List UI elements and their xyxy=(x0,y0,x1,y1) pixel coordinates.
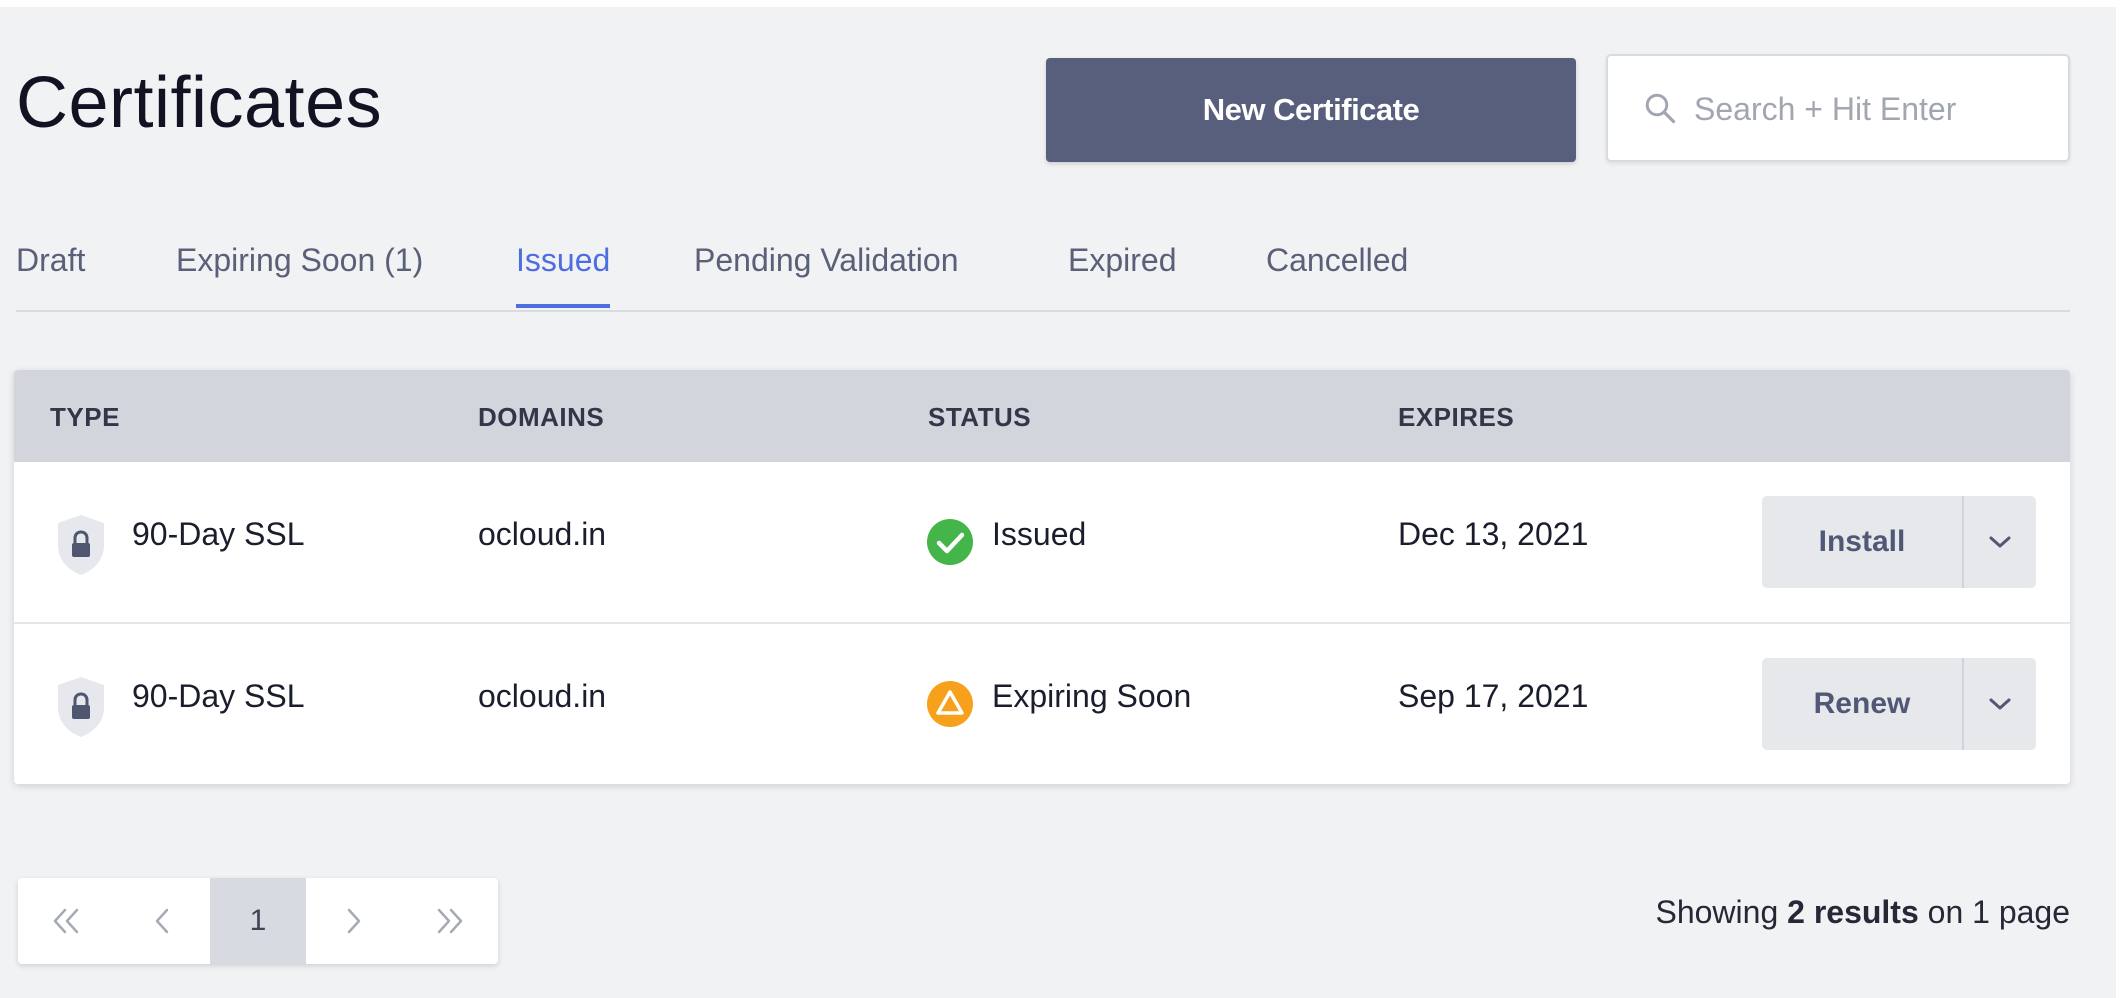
certificate-domain: ocloud.in xyxy=(478,516,607,552)
results-summary-suffix: on 1 page xyxy=(1927,894,2070,930)
warning-triangle-icon xyxy=(927,681,973,727)
renew-split-button: Renew xyxy=(1762,658,2036,750)
page-title: Certificates xyxy=(16,63,383,143)
top-edge xyxy=(0,0,2126,7)
certificate-domain: ocloud.in xyxy=(478,678,607,714)
tab-cancelled[interactable]: Cancelled xyxy=(1266,242,1408,302)
tab-expiring-soon[interactable]: Expiring Soon (1) xyxy=(176,242,423,302)
next-page-button[interactable] xyxy=(306,878,402,964)
tab-draft[interactable]: Draft xyxy=(16,242,85,302)
previous-page-button[interactable] xyxy=(114,878,210,964)
results-summary-prefix: Showing xyxy=(1655,894,1779,930)
install-button[interactable]: Install xyxy=(1762,496,1964,588)
search-box[interactable] xyxy=(1606,54,2070,162)
table-header: TYPE DOMAINS STATUS EXPIRES xyxy=(14,370,2070,462)
certificate-type: 90-Day SSL xyxy=(132,678,305,714)
chevron-down-icon xyxy=(1989,536,2011,548)
new-certificate-button[interactable]: New Certificate xyxy=(1046,58,1576,162)
page-button-1[interactable]: 1 xyxy=(210,878,306,964)
lock-shield-icon xyxy=(58,677,104,737)
table-row: 90-Day SSL ocloud.in Issued Dec 13, 2021… xyxy=(14,462,2070,624)
last-page-button[interactable] xyxy=(402,878,498,964)
double-chevron-left-icon xyxy=(53,908,79,934)
status-label: Expiring Soon xyxy=(992,678,1192,714)
double-chevron-right-icon xyxy=(437,908,463,934)
table-row: 90-Day SSL ocloud.in Expiring Soon Sep 1… xyxy=(14,624,2070,784)
certificates-table: TYPE DOMAINS STATUS EXPIRES 90-Day SSL o… xyxy=(14,370,2070,784)
renew-button[interactable]: Renew xyxy=(1762,658,1964,750)
check-circle-icon xyxy=(927,519,973,565)
chevron-down-icon xyxy=(1989,698,2011,710)
results-count: 2 results xyxy=(1787,894,1919,930)
right-edge xyxy=(2116,0,2126,998)
status-label: Issued xyxy=(992,516,1087,552)
tab-pending-validation[interactable]: Pending Validation xyxy=(694,242,959,302)
tab-expired[interactable]: Expired xyxy=(1068,242,1177,302)
certificate-type: 90-Day SSL xyxy=(132,516,305,552)
column-header-expires: EXPIRES xyxy=(1398,402,1515,432)
tab-issued[interactable]: Issued xyxy=(516,242,611,308)
column-header-type: TYPE xyxy=(50,402,120,432)
results-summary: Showing 2 results on 1 page xyxy=(1655,894,2070,931)
first-page-button[interactable] xyxy=(18,878,114,964)
column-header-status: STATUS xyxy=(928,402,1032,432)
pagination: 1 xyxy=(18,878,498,964)
chevron-right-icon xyxy=(347,908,361,934)
row-actions-dropdown[interactable] xyxy=(1964,496,2036,588)
column-header-domains: DOMAINS xyxy=(478,402,605,432)
search-input[interactable] xyxy=(1692,76,2056,142)
status-tabs: Draft Expiring Soon (1) Issued Pending V… xyxy=(16,236,2070,312)
row-actions-dropdown[interactable] xyxy=(1964,658,2036,750)
chevron-left-icon xyxy=(155,908,169,934)
install-split-button: Install xyxy=(1762,496,2036,588)
search-icon xyxy=(1645,93,1676,124)
lock-shield-icon xyxy=(58,515,104,575)
expiry-date: Sep 17, 2021 xyxy=(1398,678,1589,714)
expiry-date: Dec 13, 2021 xyxy=(1398,516,1589,552)
